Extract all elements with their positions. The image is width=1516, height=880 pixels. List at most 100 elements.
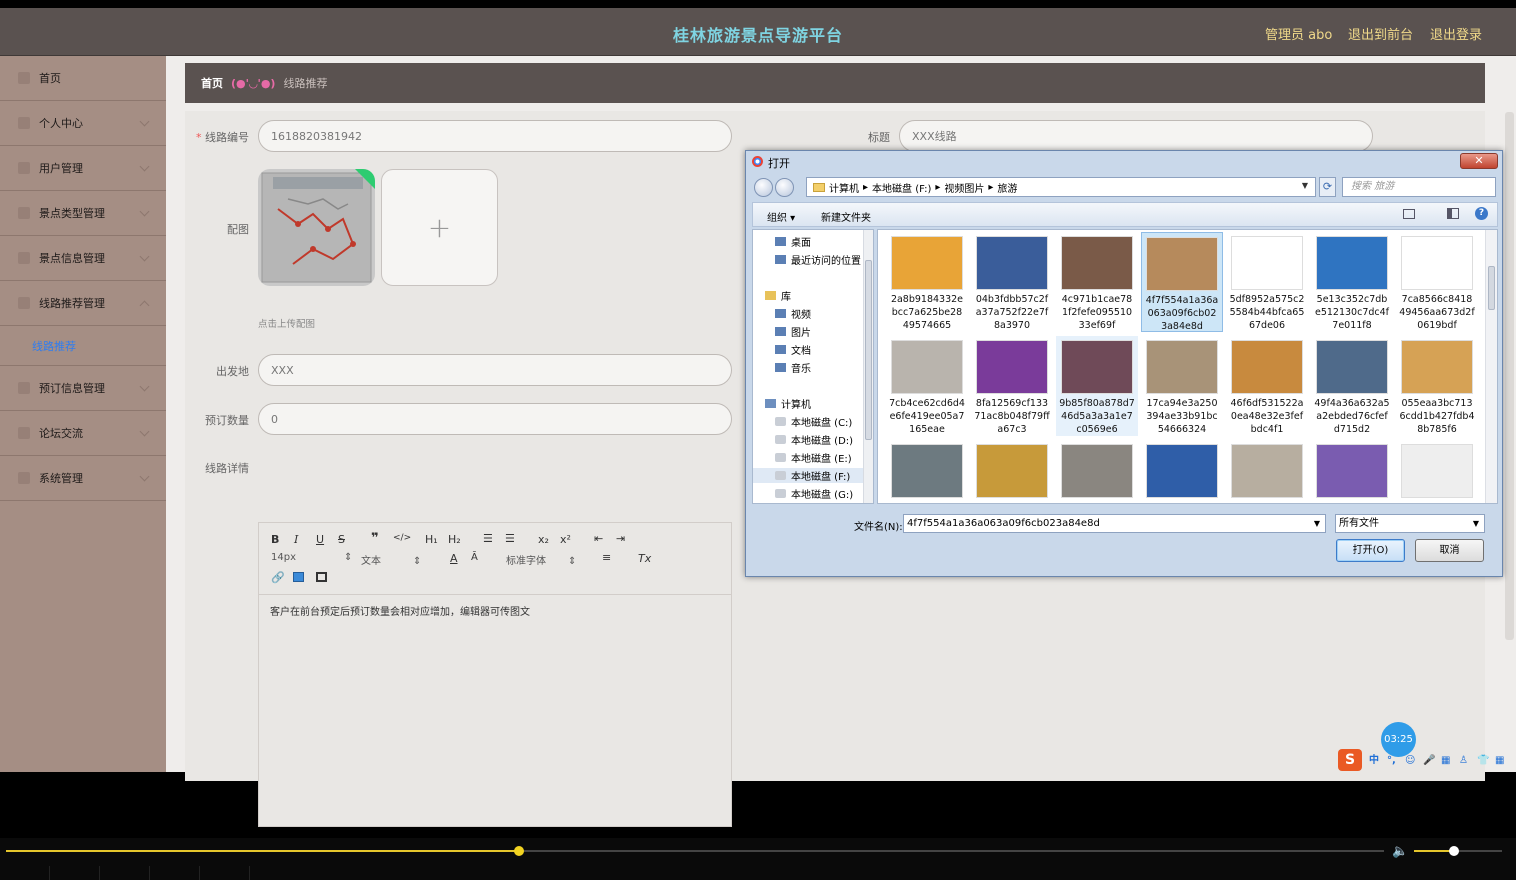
underline-icon[interactable]: U	[316, 533, 324, 546]
title-input[interactable]: XXX线路	[899, 120, 1373, 152]
skin-icon[interactable]: 👕	[1477, 755, 1489, 766]
back-to-front-link[interactable]: 退出到前台	[1348, 24, 1413, 43]
file-item[interactable]: 5e13c352c7dbe512130c7dc4f7e011f8	[1311, 232, 1393, 332]
sogou-logo-icon[interactable]: S	[1338, 749, 1362, 771]
address-bar[interactable]: 计算机 ▸ 本地磁盘 (F:) ▸ 视频图片 ▸ 旅游 ▼	[806, 177, 1316, 197]
sidebar-item-spot-types[interactable]: 景点类型管理	[0, 191, 166, 236]
file-item[interactable]: 055eaa3bc7136cdd1b427fdb48b785f6	[1396, 336, 1478, 436]
search-input[interactable]: 搜索 旅游	[1342, 177, 1496, 197]
nav-item[interactable]: 图片	[775, 324, 811, 339]
control-slot[interactable]	[50, 866, 100, 880]
route-no-input[interactable]: 1618820381942	[258, 120, 732, 152]
nav-item[interactable]: 本地磁盘 (D:)	[775, 432, 853, 447]
sidebar-item-system[interactable]: 系统管理	[0, 456, 166, 501]
chevron-down-icon[interactable]: ▼	[1302, 181, 1308, 190]
bullet-list-icon[interactable]: ☰	[505, 532, 515, 545]
heading1-icon[interactable]: H₁	[425, 533, 438, 546]
italic-icon[interactable]: I	[294, 533, 298, 546]
nav-item[interactable]: 视频	[775, 306, 811, 321]
control-slot[interactable]	[150, 866, 200, 880]
background-color-icon[interactable]: Ā	[471, 552, 478, 563]
back-button[interactable]	[754, 178, 773, 197]
admin-label[interactable]: 管理员 abo	[1265, 24, 1332, 43]
code-icon[interactable]: </>	[393, 533, 411, 543]
volume-icon[interactable]: 🔈	[1392, 844, 1408, 859]
file-item[interactable]	[971, 440, 1053, 503]
path-segment[interactable]: 本地磁盘 (F:)	[872, 180, 931, 195]
strike-icon[interactable]: S	[338, 533, 345, 546]
nav-scrollbar[interactable]	[863, 230, 873, 503]
departure-input[interactable]: XXX	[258, 354, 732, 386]
file-item[interactable]: 2a8b9184332ebcc7a625be2849574665	[886, 232, 968, 332]
video-icon[interactable]	[316, 572, 327, 582]
refresh-button[interactable]: ⟳	[1319, 177, 1336, 197]
path-segment[interactable]: 视频图片	[944, 180, 984, 195]
progress-bar[interactable]	[6, 846, 1384, 856]
nav-item[interactable]: 本地磁盘 (E:)	[775, 450, 852, 465]
font-family-select[interactable]: 标准字体 ⇕	[506, 552, 576, 567]
sidebar-subitem-route[interactable]: 线路推荐	[0, 326, 166, 366]
align-icon[interactable]: ≡	[602, 551, 611, 564]
keyboard-icon[interactable]: ▦	[1441, 755, 1452, 766]
font-size-select[interactable]: 14px ⇕	[271, 552, 352, 563]
quote-icon[interactable]: ❞	[371, 531, 379, 546]
path-segment[interactable]: 计算机	[829, 180, 859, 195]
file-item[interactable]	[1056, 440, 1138, 503]
file-item[interactable]: 17ca94e3a250394ae33b91bc54666324	[1141, 336, 1223, 436]
sidebar-item-users[interactable]: 用户管理	[0, 146, 166, 191]
volume-slider[interactable]	[1414, 846, 1502, 856]
control-slot[interactable]	[0, 866, 50, 880]
toolbox-icon[interactable]: ▦	[1495, 755, 1506, 766]
sidebar-item-home[interactable]: 首页	[0, 56, 166, 101]
chevron-down-icon[interactable]: ▼	[1314, 515, 1320, 532]
forward-button[interactable]	[775, 178, 794, 197]
file-item[interactable]	[886, 440, 968, 503]
filename-input[interactable]: 4f7f554a1a36a063a09f6cb023a84e8d ▼	[903, 514, 1326, 533]
path-segment[interactable]: 旅游	[997, 180, 1017, 195]
sidebar-item-bookings[interactable]: 预订信息管理	[0, 366, 166, 411]
control-slot[interactable]	[100, 866, 150, 880]
booking-count-input[interactable]: 0	[258, 403, 732, 435]
nav-item[interactable]: 计算机	[765, 396, 811, 411]
emoji-icon[interactable]: ☺	[1405, 755, 1416, 766]
chinese-mode-icon[interactable]: 中	[1369, 755, 1380, 766]
nav-item[interactable]: 本地磁盘 (C:)	[775, 414, 852, 429]
file-item[interactable]	[1141, 440, 1223, 503]
new-folder-button[interactable]: 新建文件夹	[821, 209, 871, 224]
punctuation-icon[interactable]: °,	[1387, 755, 1398, 766]
file-item[interactable]	[1311, 440, 1393, 503]
nav-item[interactable]: 库	[765, 288, 791, 303]
route-map-thumbnail[interactable]	[258, 169, 375, 286]
user-icon[interactable]: ♙	[1459, 755, 1470, 766]
file-item[interactable]: 7ca8566c841849456aa673d2f0619bdf	[1396, 232, 1478, 332]
open-button[interactable]: 打开(O)	[1336, 539, 1405, 562]
microphone-icon[interactable]: 🎤	[1423, 755, 1435, 766]
file-item[interactable]: 7cb4ce62cd6d4e6fe419ee05a7165eae	[886, 336, 968, 436]
volume-handle[interactable]	[1448, 846, 1459, 856]
link-icon[interactable]: 🔗	[271, 571, 285, 584]
file-item[interactable]: 49f4a36a632a5a2ebded76cfefd715d2	[1311, 336, 1393, 436]
progress-handle[interactable]	[513, 846, 524, 856]
help-icon[interactable]: ?	[1475, 207, 1488, 220]
cancel-button[interactable]: 取消	[1415, 539, 1484, 562]
file-item[interactable]	[1226, 440, 1308, 503]
chevron-down-icon[interactable]: ▼	[1473, 515, 1479, 532]
ordered-list-icon[interactable]: ☰	[483, 532, 493, 545]
subscript-icon[interactable]: x₂	[538, 533, 549, 546]
close-button[interactable]: ✕	[1460, 153, 1498, 169]
nav-item[interactable]: 最近访问的位置	[775, 252, 861, 267]
heading2-icon[interactable]: H₂	[448, 533, 461, 546]
bold-icon[interactable]: B	[271, 533, 279, 546]
indent-icon[interactable]: ⇥	[616, 532, 625, 545]
nav-item[interactable]: 音乐	[775, 360, 811, 375]
file-item[interactable]: 04b3fdbb57c2fa37a752f22e7f8a3970	[971, 232, 1053, 332]
control-slot[interactable]	[200, 866, 250, 880]
sidebar-item-forum[interactable]: 论坛交流	[0, 411, 166, 456]
outdent-icon[interactable]: ⇤	[594, 532, 603, 545]
image-icon[interactable]	[293, 572, 304, 582]
nav-item[interactable]: 桌面	[775, 234, 811, 249]
clear-format-icon[interactable]: Tx	[638, 552, 651, 565]
breadcrumb-home[interactable]: 首页	[201, 75, 223, 91]
sidebar-item-spot-info[interactable]: 景点信息管理	[0, 236, 166, 281]
sidebar-item-route-mgmt[interactable]: 线路推荐管理	[0, 281, 166, 326]
